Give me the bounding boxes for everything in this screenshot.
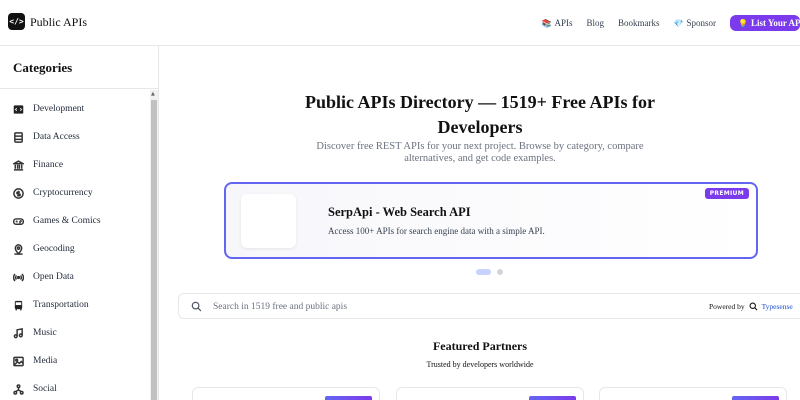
partner-card[interactable] [599,387,787,400]
nav-apis-label: APIs [554,18,573,28]
scroll-up-arrow-icon[interactable]: ▲ [151,91,155,97]
typesense-link[interactable]: Typesense [762,302,793,311]
music-icon [12,327,25,340]
sidebar-item-label: Music [33,328,57,338]
sidebar-item-label: Games & Comics [33,216,101,226]
top-navbar: </> Public APIs 📚 APIs Blog Bookmarks 💎 Sp… [0,0,800,46]
main-content: Public APIs Directory — 1519+ Free APIs … [160,46,800,400]
nav-sponsor[interactable]: 💎 Sponsor [674,18,716,28]
bus-icon [12,299,25,312]
typesense-search-icon [749,302,758,311]
sidebar-item-label: Finance [33,160,64,170]
promo-title: SerpApi - Web Search API [328,205,471,219]
gem-icon: 💎 [673,18,684,28]
gamepad-icon [12,215,25,228]
sidebar-item-label: Open Data [33,272,74,282]
signal-icon [12,271,25,284]
carousel-dot[interactable] [497,269,503,275]
database-icon [12,131,25,144]
nav-blog[interactable]: Blog [587,18,605,28]
nav-blog-label: Blog [586,18,605,28]
sidebar-item-open-data[interactable]: Open Data [12,267,74,287]
main-nav: 📚 APIs Blog Bookmarks 💎 Sponsor 💡 List Your… [542,13,800,33]
sidebar-item-label: Media [33,356,58,366]
sidebar-item-finance[interactable]: Finance [12,155,63,175]
list-your-api-label: List Your API [750,18,800,28]
partner-card-ribbon [325,396,372,400]
sidebar-item-transportation[interactable]: Transportation [12,295,89,315]
brand-name[interactable]: Public APIs [30,15,87,30]
sidebar-item-label: Geocoding [33,244,75,254]
sidebar-item-cryptocurrency[interactable]: Cryptocurrency [12,183,93,203]
sidebar-item-label: Transportation [33,300,89,310]
sidebar-item-geocoding[interactable]: Geocoding [12,239,75,259]
search-input[interactable] [213,299,573,315]
coin-icon [12,187,25,200]
partner-card-ribbon [529,396,576,400]
partner-card[interactable] [192,387,380,400]
search-bar: Powered by Typesense [178,293,800,319]
sidebar-item-data-access[interactable]: Data Access [12,127,80,147]
powered-by: Powered by Typesense [709,302,793,311]
featured-partners-subtitle: Trusted by developers worldwide [426,360,534,369]
sidebar-item-media[interactable]: Media [12,351,57,371]
promo-description: Access 100+ APIs for search engine data … [328,226,545,236]
social-icon [12,383,25,396]
carousel-dot-active[interactable] [476,269,491,275]
map-pin-icon [12,243,25,256]
powered-by-label: Powered by [709,302,745,311]
sidebar-item-label: Social [33,384,57,394]
nav-sponsor-label: Sponsor [686,18,716,28]
nav-bookmarks-label: Bookmarks [618,18,660,28]
sidebar-item-label: Development [33,104,85,114]
sidebar-item-label: Data Access [33,132,80,142]
promo-card[interactable]: SerpApi - Web Search API Access 100+ API… [224,182,758,259]
list-your-api-button[interactable]: 💡 List Your API [730,15,800,31]
promo-logo [241,194,296,248]
image-icon [12,355,25,368]
sidebar-item-social[interactable]: Social [12,379,57,399]
sidebar-title: Categories [13,60,73,75]
featured-partners-title: Featured Partners [432,339,528,353]
categories-sidebar: Categories Development Data Access Finan… [0,46,159,400]
premium-badge: PREMIUM [704,188,749,199]
carousel-dots [476,269,503,275]
partner-card[interactable] [396,387,584,400]
lightbulb-icon: 💡 [738,18,748,28]
bank-icon [12,159,25,172]
sidebar-item-label: Cryptocurrency [33,188,93,198]
nav-bookmarks[interactable]: Bookmarks [618,18,660,28]
sidebar-item-games-comics[interactable]: Games & Comics [12,211,101,231]
sidebar-divider [0,88,159,89]
code-logo-icon[interactable]: </> [8,13,25,30]
code-icon [12,103,25,116]
search-icon [191,301,202,312]
sidebar-item-development[interactable]: Development [12,99,84,119]
page-title: Public APIs Directory — 1519+ Free APIs … [304,92,656,137]
partner-card-ribbon [732,396,779,400]
page-subtitle: Discover free REST APIs for your next pr… [316,141,644,164]
sidebar-scroll-thumb[interactable] [151,100,157,400]
sidebar-item-music[interactable]: Music [12,323,57,343]
nav-apis[interactable]: 📚 APIs [542,18,573,28]
books-icon: 📚 [541,18,552,28]
